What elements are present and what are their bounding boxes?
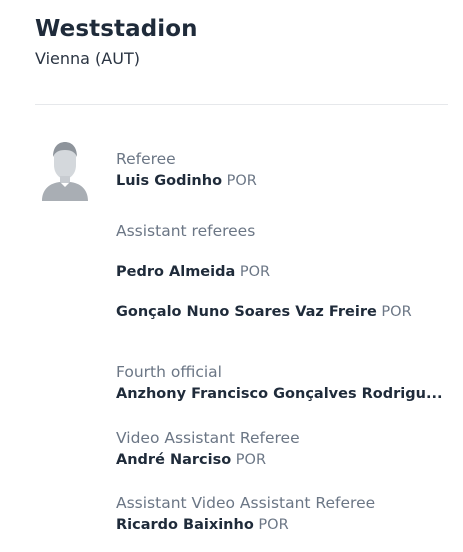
stadium-name: Weststadion: [35, 16, 198, 42]
assistant-referee-country: POR: [239, 264, 271, 280]
avar-section: Assistant Video Assistant Referee Ricard…: [116, 492, 456, 536]
fourth-official-section: Fourth official Anzhony Francisco Gonçal…: [116, 361, 456, 405]
fourth-official-role-label: Fourth official: [116, 363, 222, 381]
assistant-referee-country: POR: [381, 304, 412, 320]
avar-country: POR: [258, 517, 289, 533]
referee-section: Referee Luis Godinho POR: [116, 148, 456, 192]
var-role-label: Video Assistant Referee: [116, 429, 300, 447]
assistant-referee-person: Pedro Almeida POR: [116, 261, 448, 283]
var-name[interactable]: André Narciso: [116, 452, 231, 468]
avar-name[interactable]: Ricardo Baixinho: [116, 517, 254, 533]
fourth-official-person: Anzhony Francisco Gonçalves Rodrigu...: [116, 383, 448, 405]
assistant-referees-section: Assistant referees: [116, 220, 456, 242]
assistant-referee-2: Gonçalo Nuno Soares Vaz Freire POR: [116, 301, 456, 323]
var-person: André Narciso POR: [116, 449, 448, 471]
referee-person: Luis Godinho POR: [116, 170, 448, 192]
referee-avatar-icon: [41, 141, 89, 201]
section-divider: [35, 104, 448, 105]
avar-role-label: Assistant Video Assistant Referee: [116, 494, 376, 512]
avar-person: Ricardo Baixinho POR: [116, 514, 448, 536]
assistant-referee-name[interactable]: Gonçalo Nuno Soares Vaz Freire: [116, 304, 377, 320]
referee-country: POR: [226, 173, 257, 189]
var-country: POR: [235, 452, 267, 468]
assistant-referee-person: Gonçalo Nuno Soares Vaz Freire POR: [116, 301, 448, 323]
assistant-referees-role-label: Assistant referees: [116, 222, 256, 240]
assistant-referee-name[interactable]: Pedro Almeida: [116, 264, 235, 280]
referee-role-label: Referee: [116, 150, 176, 168]
assistant-referee-1: Pedro Almeida POR: [116, 261, 456, 283]
referee-name[interactable]: Luis Godinho: [116, 173, 222, 189]
fourth-official-name[interactable]: Anzhony Francisco Gonçalves Rodrigu...: [116, 386, 442, 402]
stadium-city: Vienna (AUT): [35, 49, 140, 68]
var-section: Video Assistant Referee André Narciso PO…: [116, 427, 456, 471]
